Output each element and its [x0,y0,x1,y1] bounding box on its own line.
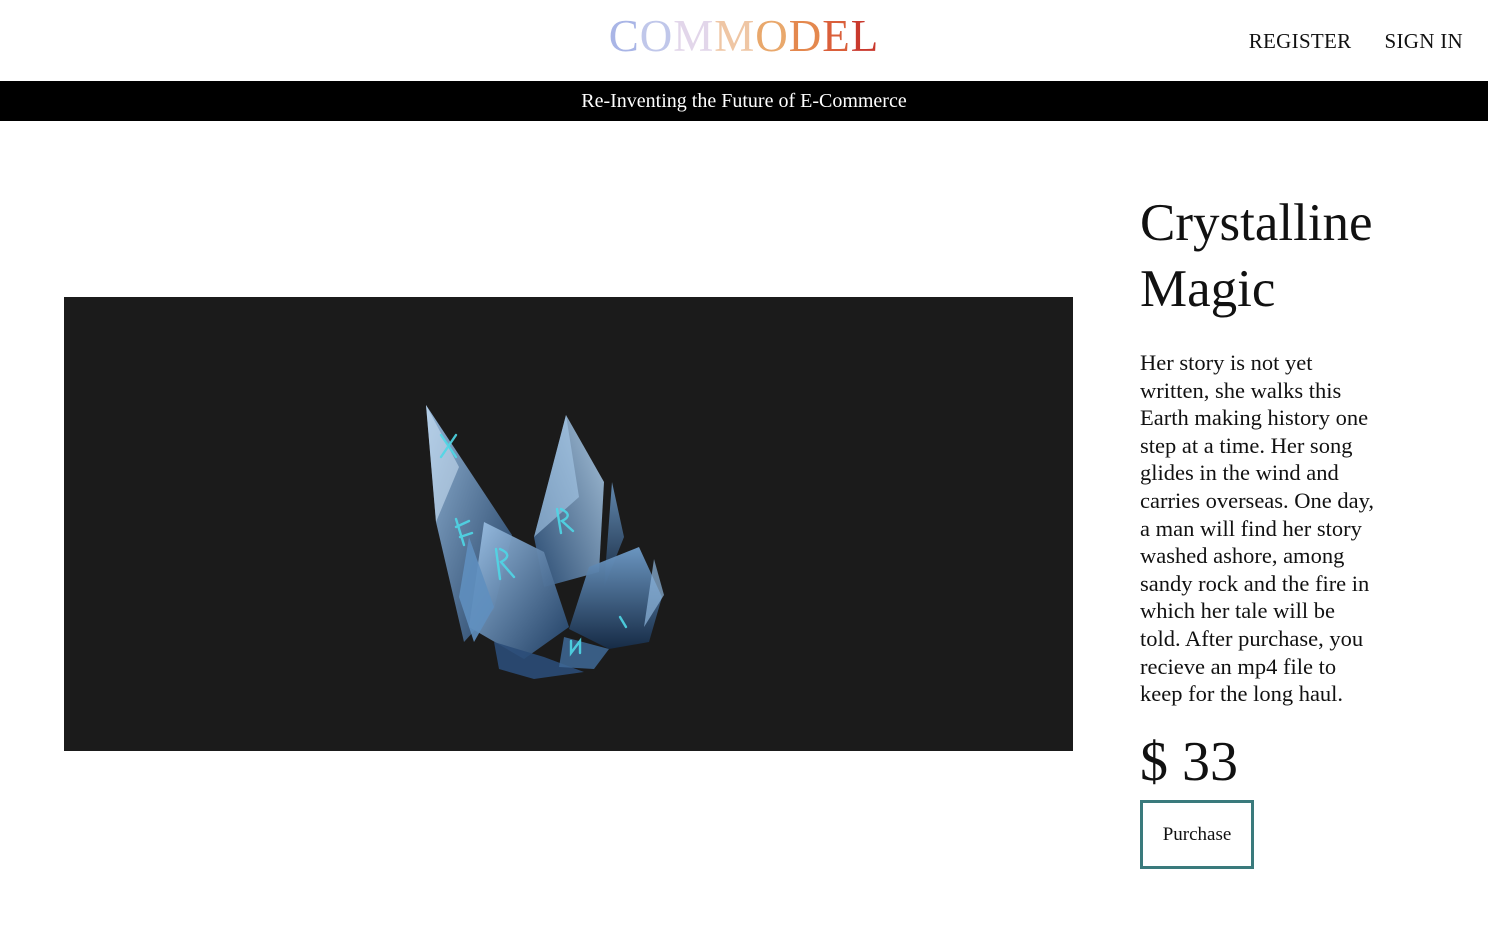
product-title-line-1: Crystalline [1140,194,1373,252]
product-info: Crystalline Magic Her story is not yet wr… [1140,190,1380,708]
product-title-line-2: Magic [1140,260,1276,318]
account-nav: REGISTER SIGN IN [1249,29,1463,54]
product-description: Her story is not yet written, she walks … [1140,350,1375,707]
logo-letter: O [639,11,674,61]
logo-letter: M [714,11,756,61]
logo-letter: O [755,11,789,61]
logo-letter: C [608,11,640,61]
tagline-banner: Re-Inventing the Future of E-Commerce [0,81,1488,121]
purchase-button[interactable]: Purchase [1140,800,1254,869]
crystal-cluster-image [426,405,664,679]
register-link[interactable]: REGISTER [1249,29,1352,54]
product-media-viewer[interactable] [64,297,1073,751]
logo-letter: L [850,11,880,61]
logo-letter: D [788,11,823,61]
logo-letter: M [673,11,715,61]
logo-letter: E [822,11,851,61]
top-header: COMMODEL REGISTER SIGN IN [0,0,1488,81]
tagline-text: Re-Inventing the Future of E-Commerce [581,90,907,112]
product-title: Crystalline Magic [1140,190,1380,322]
sign-in-link[interactable]: SIGN IN [1384,29,1463,54]
product-price: $ 33 [1140,731,1238,793]
